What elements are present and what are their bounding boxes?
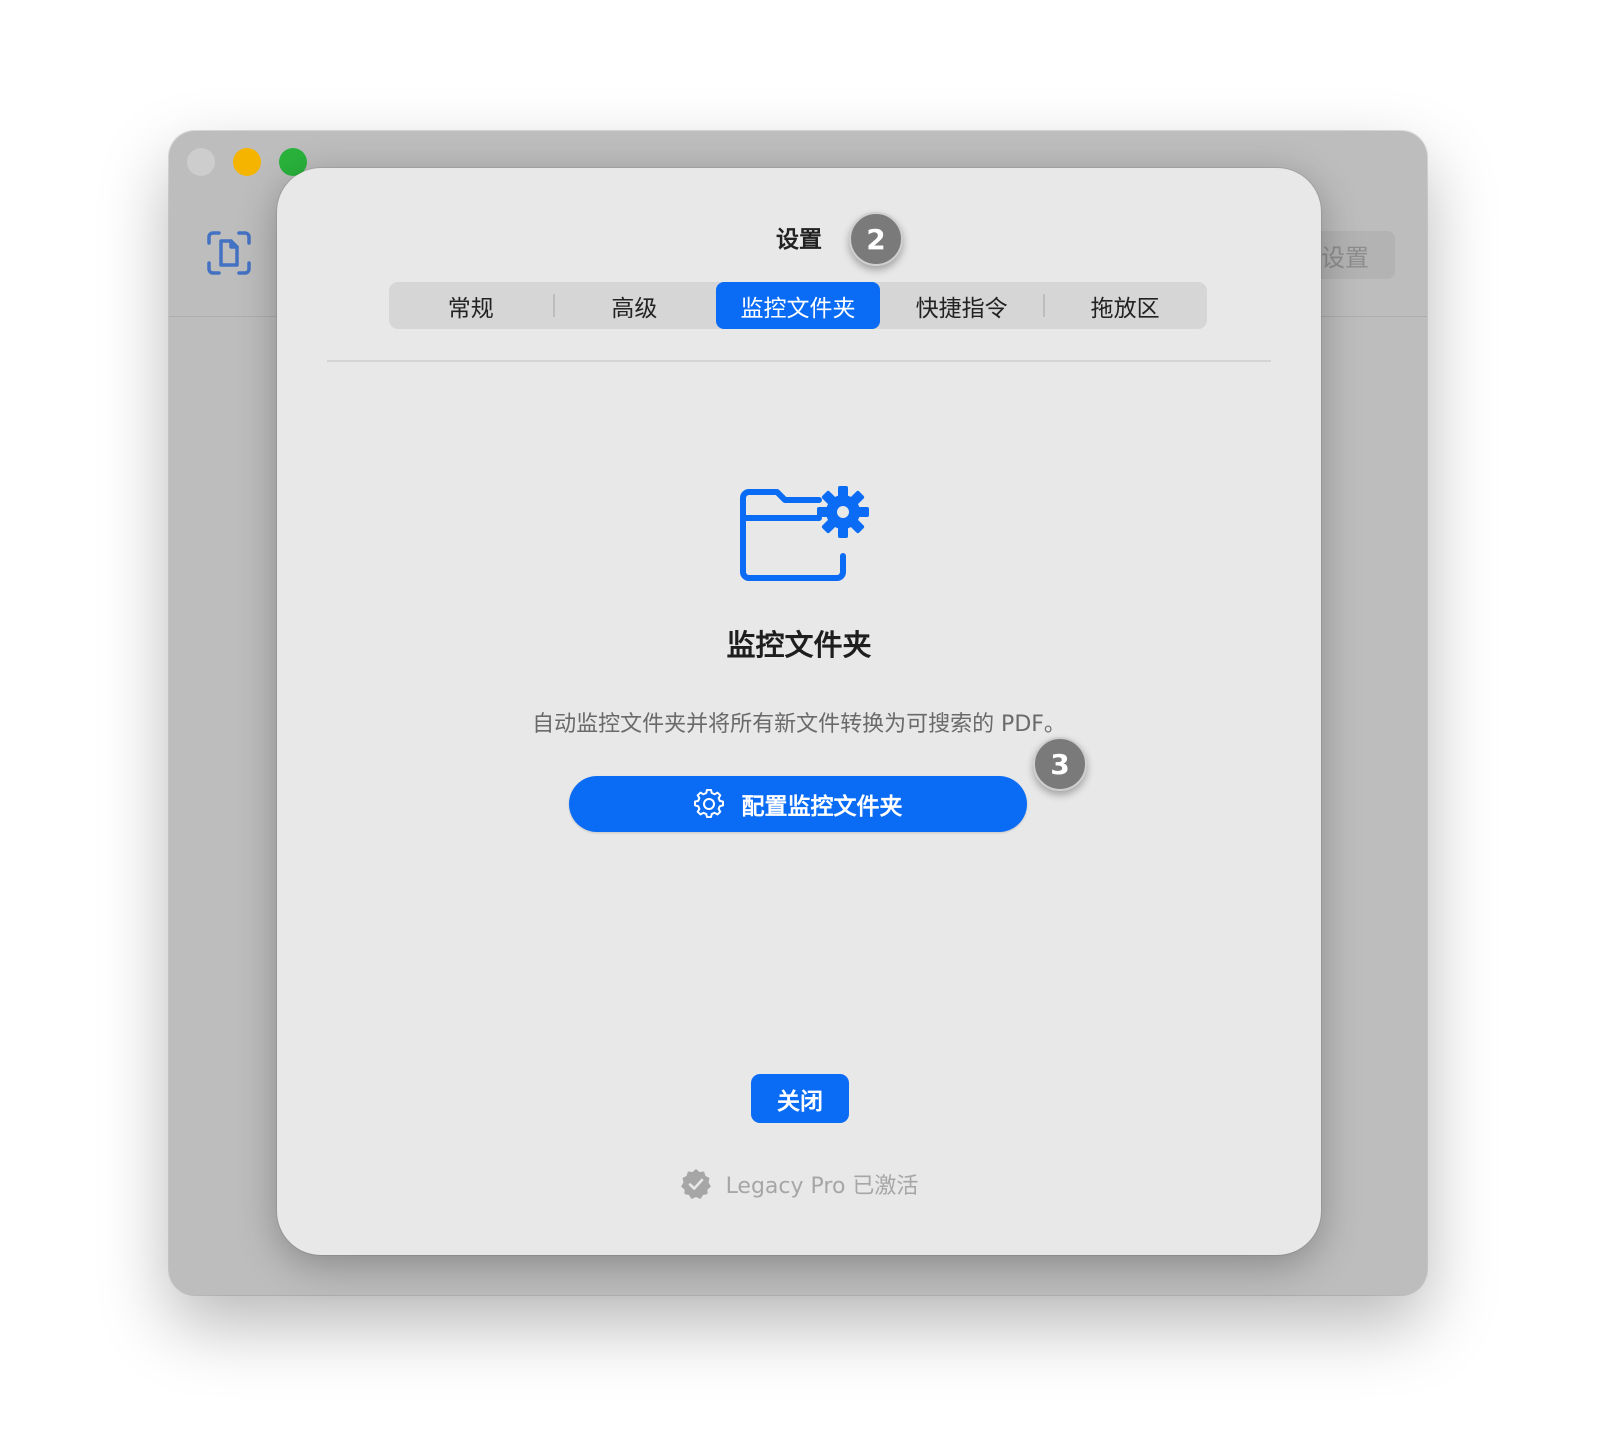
license-status-text: Legacy Pro 已激活 <box>725 1174 919 1199</box>
tab-watch-folder[interactable]: 监控文件夹 <box>716 282 880 329</box>
header-divider <box>327 360 1271 362</box>
tab-drop-zone[interactable]: 拖放区 <box>1043 282 1207 329</box>
settings-tab-bar: 常规 高级 监控文件夹 快捷指令 拖放区 <box>389 282 1207 329</box>
tab-shortcuts[interactable]: 快捷指令 <box>880 282 1044 329</box>
settings-sheet: 设置 2 常规 高级 监控文件夹 快捷指令 拖放区 监控文件夹 自动监控文件夹并… <box>277 168 1321 1255</box>
gear-icon <box>693 789 724 819</box>
tab-general[interactable]: 常规 <box>389 282 553 329</box>
window-close-button[interactable] <box>187 148 215 176</box>
configure-button-label: 配置监控文件夹 <box>741 794 903 820</box>
sheet-title: 设置 <box>776 227 822 253</box>
window-minimize-button[interactable] <box>233 148 261 176</box>
feature-heading: 监控文件夹 <box>726 628 872 662</box>
document-scan-icon[interactable] <box>205 229 253 277</box>
step-badge-3: 3 <box>1033 737 1087 791</box>
verified-seal-icon <box>680 1169 711 1199</box>
folder-gear-icon <box>740 486 869 581</box>
configure-watch-folder-button[interactable]: 配置监控文件夹 <box>569 776 1027 832</box>
close-button[interactable]: 关闭 <box>751 1074 849 1123</box>
license-status: Legacy Pro 已激活 <box>277 1168 1321 1200</box>
feature-description: 自动监控文件夹并将所有新文件转换为可搜索的 PDF。 <box>532 712 1066 737</box>
step-badge-2: 2 <box>849 212 903 266</box>
tab-advanced[interactable]: 高级 <box>552 282 717 329</box>
